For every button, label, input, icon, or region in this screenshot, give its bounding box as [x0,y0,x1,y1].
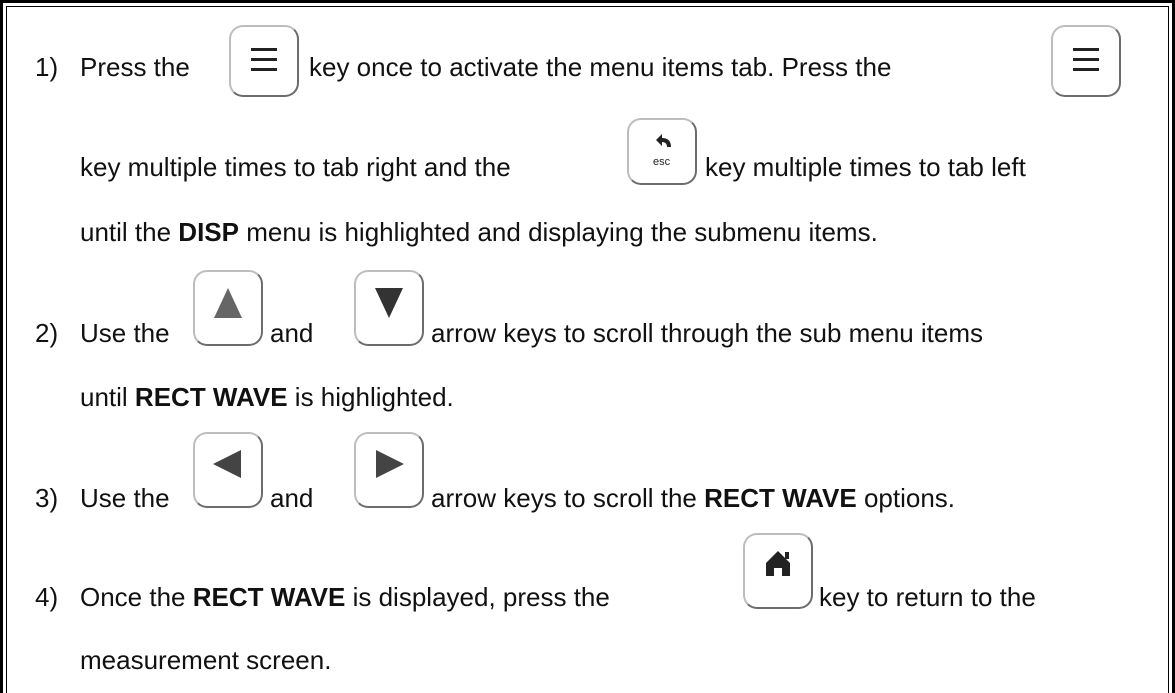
step-2-and: and [270,318,314,348]
left-key-button [193,432,263,508]
step-1-line-3-a: until the [80,217,179,247]
right-key-button [354,432,424,508]
step-1-line-3-b: menu is highlighted and displaying the s… [238,217,878,247]
step-4-text-a: Once the [80,582,193,612]
esc-key-button: esc [627,118,697,185]
up-arrow-icon [214,288,242,318]
step-4-text-b: is displayed, press the [345,582,610,612]
frame-border-right-inner [1168,6,1169,693]
step-1-text-a: Press the [80,52,190,82]
step-3-line-1-rest: arrow keys to scroll the RECT WAVE optio… [431,483,955,513]
left-arrow-icon [213,450,241,478]
rect-wave-name-2: RECT WAVE [704,483,857,513]
menu-key-button-2 [1051,25,1121,97]
step-3-number: 3) [35,483,59,513]
rect-wave-name: RECT WAVE [134,382,288,412]
step-2-number: 2) [35,318,59,348]
step-2-line-2: until RECT WAVE is highlighted. [80,382,454,412]
step-1-line-3: until the DISP menu is highlighted and d… [80,217,878,247]
disp-menu-name: DISP [178,217,239,247]
down-arrow-icon [375,288,403,318]
menu-key-button [229,25,299,97]
esc-key-label: esc [653,156,671,168]
step-4-line-1-a: Once the RECT WAVE is displayed, press t… [80,582,610,612]
step-1-number: 1) [35,52,59,82]
home-icon [766,551,790,576]
step-3-and: and [270,483,314,513]
home-key-button [743,533,813,609]
step-1-text-b: key once to activate the menu items tab.… [309,52,892,82]
frame-border-top-inner [6,6,1169,7]
step-3-text-b: arrow keys to scroll the [431,483,705,513]
step-3-text-c: options. [856,483,956,513]
frame-border-left-inner [6,6,7,693]
step-4-line-2: measurement screen. [80,645,332,675]
back-arrow-icon [656,134,671,147]
step-2-text-a: Use the [80,318,170,348]
frame-border-left-outer [0,0,3,693]
menu-icon [1073,48,1099,71]
step-1-line-2-b: key multiple times to tab left [705,152,1026,182]
step-2-text-b: arrow keys to scroll through the sub men… [431,318,984,348]
rect-wave-name-3: RECT WAVE [192,582,346,612]
up-key-button [193,270,263,346]
step-1-line-2-a: key multiple times to tab right and the [80,152,511,182]
down-key-button [354,270,424,346]
step-3-text-a: Use the [80,483,170,513]
frame-border-top-outer [0,0,1175,3]
step-4-number: 4) [35,582,59,612]
step-2-line-2-a: until [80,382,135,412]
step-4-text-c: key to return to the [819,582,1036,612]
step-2-line-2-b: is highlighted. [287,382,454,412]
menu-icon [251,48,277,71]
right-arrow-icon [376,450,404,478]
